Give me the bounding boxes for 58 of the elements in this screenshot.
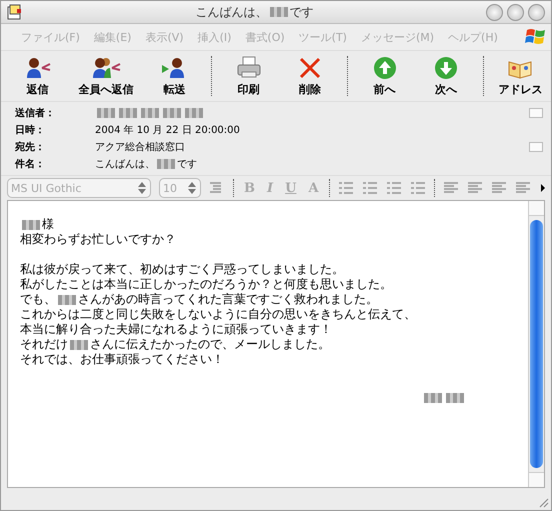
expand-button[interactable] <box>529 108 543 118</box>
message-line: 相変わらずお忙しいですか？ <box>20 232 177 247</box>
field-value: 2004 年 10 月 22 日 20:00:00 <box>95 124 240 137</box>
field-value: アクア総合相談窓口 <box>95 140 185 154</box>
toolbar-button[interactable]: アドレス <box>490 54 551 98</box>
align-icon <box>442 181 459 195</box>
size-select[interactable]: 10 <box>159 178 201 198</box>
message-line: でも、 さんがあの時言ってくれた言葉ですごく救われました。 <box>20 292 379 307</box>
maximize-button[interactable] <box>507 4 524 20</box>
toolbar-button[interactable]: 前へ <box>354 54 416 98</box>
window-title: こんばんは、 です <box>194 4 314 20</box>
list-icon <box>338 181 354 195</box>
person-arrow-icon <box>24 56 51 80</box>
scroll-up-button[interactable] <box>529 201 544 216</box>
list-icon <box>410 181 426 195</box>
message-line: これからは二度と同じ失敗をしないように自分の思いをきちんと伝えて、 <box>20 307 417 322</box>
message-line: それだけ さんに伝えたかったので、メールしました。 <box>20 337 331 352</box>
toolbar-button[interactable]: 印刷 <box>218 54 280 98</box>
format-button[interactable]: I <box>265 180 276 196</box>
minimize-button[interactable] <box>486 4 503 20</box>
format-button[interactable]: B <box>242 180 257 196</box>
field-value: こんばんは、 です <box>95 158 197 171</box>
scroll-thumb[interactable] <box>530 220 543 468</box>
toolbar-button[interactable]: 転送 <box>144 54 206 98</box>
field-label: 件名： <box>15 158 46 171</box>
printer-icon <box>236 56 262 80</box>
resize-grip-icon <box>537 496 549 508</box>
more-icon[interactable] <box>541 184 545 192</box>
expand-button[interactable] <box>529 142 543 152</box>
signature <box>422 393 466 403</box>
delete-icon <box>298 56 322 80</box>
scroll-down-button[interactable] <box>529 472 544 487</box>
message-line: それでは、お仕事頑張ってください！ <box>20 352 225 367</box>
message-line: 私がしたことは本当に正しかったのだろうか？と何度も思いました。 <box>20 277 393 292</box>
list-icon <box>362 181 378 195</box>
toolbar-button[interactable]: 削除 <box>279 54 341 98</box>
message-line: 私は彼が戻って来て、初めはすごく戸惑ってしまいました。 <box>20 262 345 277</box>
scrollbar[interactable] <box>528 201 544 487</box>
toolbar-button[interactable]: 返信 <box>7 54 68 98</box>
field-label: 送信者： <box>15 106 56 120</box>
spinner-icon[interactable] <box>138 182 146 194</box>
toolbar-button[interactable]: 次へ <box>415 54 477 98</box>
message-line: 本当に解り合った夫婦になれるように頑張っていきます！ <box>20 322 333 337</box>
close-button[interactable] <box>528 4 545 20</box>
message-line: 様 <box>20 217 516 232</box>
field-label: 宛先： <box>15 140 46 154</box>
field-label: 日時： <box>15 124 46 137</box>
align-icon <box>466 181 483 195</box>
align-icon <box>514 181 531 195</box>
format-button[interactable]: U <box>283 180 298 196</box>
toolbar-button[interactable]: 全員へ返信 <box>68 54 144 98</box>
list-icon <box>386 181 402 195</box>
format-button[interactable]: A <box>306 180 321 196</box>
people-arrow-icon <box>91 56 122 80</box>
spinner-icon[interactable] <box>188 182 196 194</box>
align-icon <box>490 181 507 195</box>
envelope-icon <box>7 4 23 20</box>
font-select[interactable]: MS UI Gothic <box>7 178 151 198</box>
